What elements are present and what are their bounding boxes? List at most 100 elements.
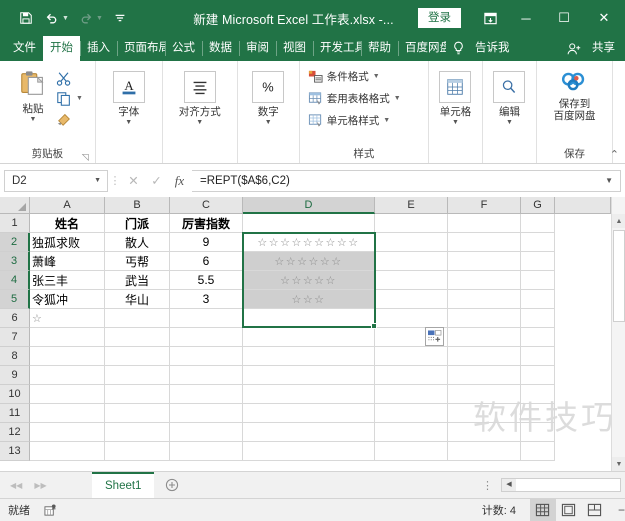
row-header-5[interactable]: 5 [0, 290, 30, 309]
share-person-icon[interactable] [561, 36, 588, 61]
grid-cell-E4[interactable] [375, 271, 448, 290]
editing-dropdown-icon[interactable]: ▼ [506, 119, 513, 126]
grid-cell-E2[interactable] [375, 233, 448, 252]
grid-cell-E1[interactable] [375, 214, 448, 233]
redo-icon[interactable] [74, 6, 98, 30]
sheet-tab-sheet1[interactable]: Sheet1 [92, 472, 155, 498]
cell-D3[interactable]: ☆☆☆☆☆☆ [243, 252, 375, 271]
grid-cell-E8[interactable] [375, 347, 448, 366]
grid-cell-B13[interactable] [105, 442, 170, 461]
column-header-C[interactable]: C [170, 197, 243, 214]
undo-icon[interactable] [40, 6, 64, 30]
row-header-2[interactable]: 2 [0, 233, 30, 252]
tell-me-label[interactable]: 告诉我 [471, 36, 514, 61]
font-button[interactable]: A 字体 ▼ [102, 69, 156, 126]
cell-B2[interactable]: 散人 [105, 233, 170, 252]
grid-cell-G11[interactable] [521, 404, 555, 423]
grid-cell-C7[interactable] [170, 328, 243, 347]
insert-function-icon[interactable]: fx [168, 173, 191, 189]
ribbon-display-options-icon[interactable] [473, 0, 507, 36]
font-dropdown-icon[interactable]: ▼ [125, 119, 132, 126]
cell-C3[interactable]: 6 [170, 252, 243, 271]
row-header-4[interactable]: 4 [0, 271, 30, 290]
row-header-8[interactable]: 8 [0, 347, 30, 366]
save-to-baidu-netdisk-button[interactable]: 保存到 百度网盘 [543, 67, 606, 122]
number-dropdown-icon[interactable]: ▼ [265, 119, 272, 126]
column-header-A[interactable]: A [30, 197, 105, 214]
clipboard-dialog-launcher-icon[interactable]: ◹ [80, 152, 91, 163]
cell-C2[interactable]: 9 [170, 233, 243, 252]
tab-home[interactable]: 开始 [43, 36, 80, 61]
grid-cell-F7[interactable] [448, 328, 521, 347]
cell-A4[interactable]: 张三丰 [30, 271, 105, 290]
tab-baidu-netdisk[interactable]: 百度网盘 [398, 36, 446, 61]
grid-cell-B6[interactable] [105, 309, 170, 328]
scroll-down-icon[interactable]: ▼ [612, 457, 625, 471]
grid-cell-G8[interactable] [521, 347, 555, 366]
cell-C5[interactable]: 3 [170, 290, 243, 309]
grid-cell-D13[interactable] [243, 442, 375, 461]
format-painter-button[interactable] [56, 109, 83, 128]
cell-D5[interactable]: ☆☆☆ [243, 290, 375, 309]
grid-cell-G1[interactable] [521, 214, 555, 233]
grid-cell-E9[interactable] [375, 366, 448, 385]
row-header-3[interactable]: 3 [0, 252, 30, 271]
grid-cell-D7[interactable] [243, 328, 375, 347]
grid-cell-B12[interactable] [105, 423, 170, 442]
confirm-check-icon[interactable]: ✓ [145, 173, 168, 188]
tab-data[interactable]: 数据 [202, 36, 239, 61]
tab-help[interactable]: 帮助 [361, 36, 398, 61]
grid-cell-E10[interactable] [375, 385, 448, 404]
grid-cell-D12[interactable] [243, 423, 375, 442]
grid-cell-E6[interactable] [375, 309, 448, 328]
grid-cell-B9[interactable] [105, 366, 170, 385]
grid-cell-E5[interactable] [375, 290, 448, 309]
cells-button[interactable]: 单元格 ▼ [435, 69, 476, 126]
cell-D2[interactable]: ☆☆☆☆☆☆☆☆☆ [243, 233, 375, 252]
cell-A5[interactable]: 令狐冲 [30, 290, 105, 309]
grid-cell-C9[interactable] [170, 366, 243, 385]
grid-cell-A12[interactable] [30, 423, 105, 442]
normal-view-icon[interactable] [529, 499, 556, 521]
grid-cell-B11[interactable] [105, 404, 170, 423]
conditional-formatting-dropdown-icon[interactable]: ▼ [373, 73, 380, 80]
nav-last-icon[interactable]: ▶▶ [22, 481, 46, 490]
grid-cell-E13[interactable] [375, 442, 448, 461]
scroll-up-icon[interactable]: ▲ [612, 214, 625, 228]
grid-cell-C10[interactable] [170, 385, 243, 404]
alignment-button[interactable]: 对齐方式 ▼ [169, 69, 231, 126]
maximize-button[interactable]: ☐ [545, 0, 583, 36]
grid-cell-G12[interactable] [521, 423, 555, 442]
grid-cell-B7[interactable] [105, 328, 170, 347]
grid-cell-G10[interactable] [521, 385, 555, 404]
cell-A1[interactable]: 姓名 [30, 214, 105, 233]
name-box[interactable]: D2 ▼ [4, 169, 108, 192]
tab-view[interactable]: 视图 [276, 36, 313, 61]
column-header-E[interactable]: E [375, 197, 448, 214]
grid-cell-F13[interactable] [448, 442, 521, 461]
column-header-F[interactable]: F [448, 197, 521, 214]
column-header-D[interactable]: D [243, 197, 375, 214]
save-icon[interactable] [14, 6, 38, 30]
formula-input[interactable]: =REPT($A$6,C2) ▼ [192, 169, 621, 192]
cell-styles-button[interactable]: 单元格样式 ▼ [308, 111, 390, 130]
format-as-table-button[interactable]: 套用表格格式 ▼ [308, 89, 401, 108]
expand-formula-bar-icon[interactable]: ▼ [605, 176, 613, 185]
close-button[interactable]: ✕ [583, 0, 625, 36]
row-header-9[interactable]: 9 [0, 366, 30, 385]
grid-cell-A9[interactable] [30, 366, 105, 385]
editing-button[interactable]: 编辑 ▼ [489, 69, 530, 126]
grid-cell-G9[interactable] [521, 366, 555, 385]
grid-cell-F10[interactable] [448, 385, 521, 404]
grid-cell-F1[interactable] [448, 214, 521, 233]
grid-cell-F12[interactable] [448, 423, 521, 442]
copy-dropdown-icon[interactable]: ▼ [76, 95, 83, 102]
paste-button[interactable]: 粘贴 ▼ [10, 66, 56, 123]
sheet-overflow-dots-icon[interactable]: ⋮ [478, 479, 497, 492]
grid-cell-A11[interactable] [30, 404, 105, 423]
minimize-button[interactable]: ─ [507, 0, 545, 36]
nav-first-icon[interactable]: ◀◀ [0, 481, 22, 490]
worksheet-grid[interactable]: 软件技巧 A B C D E F G 1 2 3 4 5 6 7 8 9 10 … [0, 197, 625, 471]
cells-dropdown-icon[interactable]: ▼ [452, 119, 459, 126]
grid-cell-D6[interactable] [243, 309, 375, 328]
